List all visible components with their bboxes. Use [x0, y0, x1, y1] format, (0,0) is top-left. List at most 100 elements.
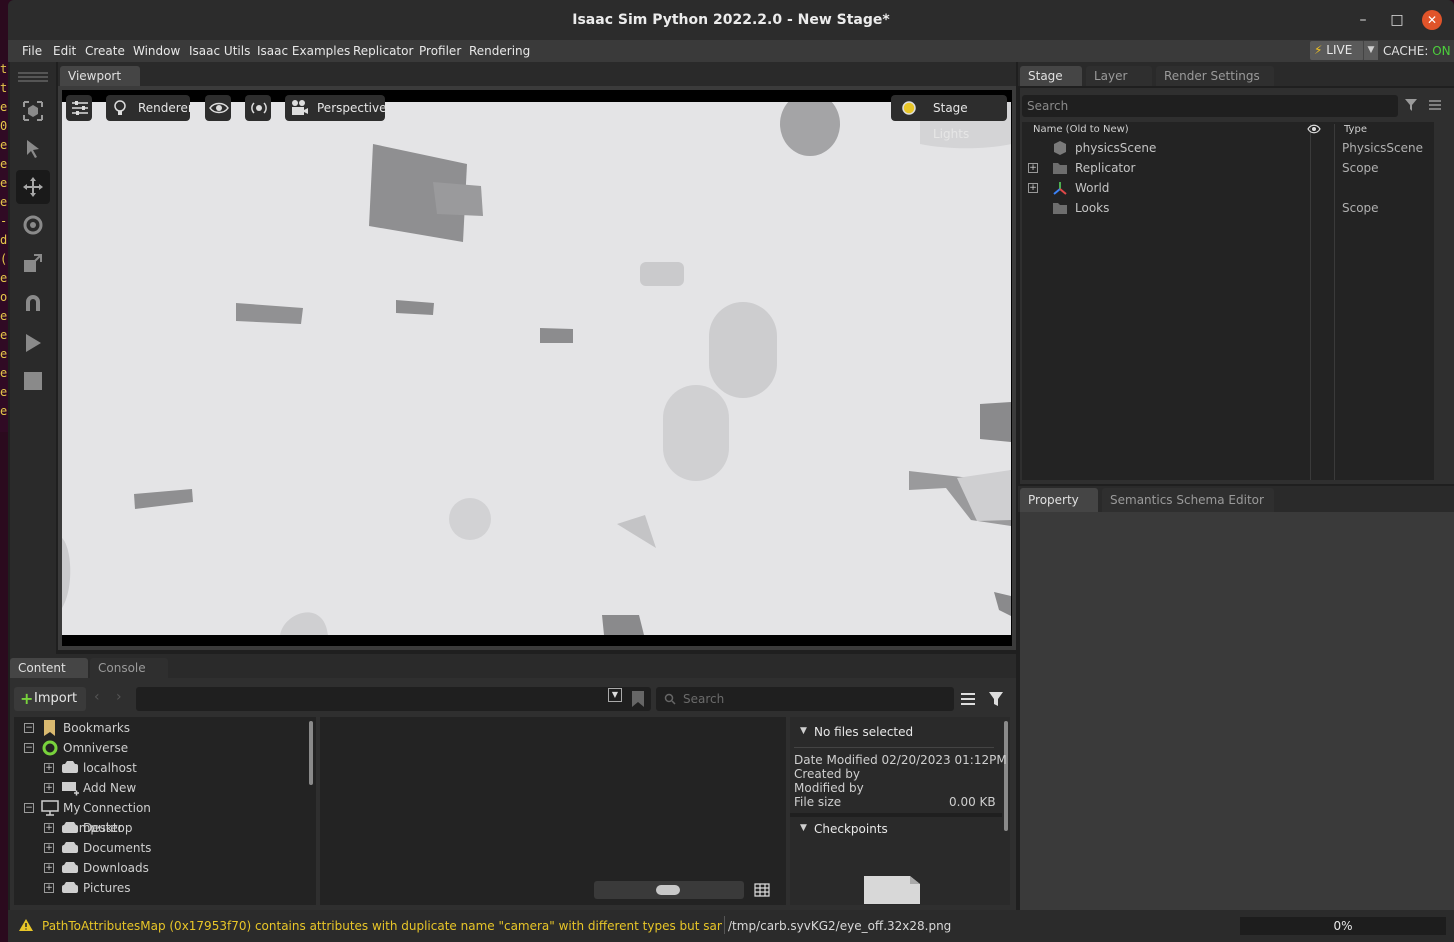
- prim-type: Scope: [1342, 201, 1379, 215]
- stop-icon[interactable]: [16, 364, 50, 398]
- rotate-tool-icon[interactable]: [16, 208, 50, 242]
- collapse-triangle-icon[interactable]: ▼: [800, 823, 807, 833]
- move-tool-icon[interactable]: [16, 170, 50, 204]
- expand-icon[interactable]: +: [44, 843, 54, 853]
- tab-property[interactable]: Property: [1020, 488, 1098, 512]
- list-view-icon[interactable]: [960, 691, 976, 707]
- import-label: Import: [34, 691, 78, 706]
- warning-icon: [19, 919, 33, 931]
- expand-icon[interactable]: +: [44, 863, 54, 873]
- menu-isaac-examples[interactable]: Isaac Examples: [257, 40, 350, 62]
- file-thumbnail-icon: [864, 876, 920, 904]
- folder-icon: [1053, 203, 1067, 214]
- menu-edit[interactable]: Edit: [53, 40, 76, 62]
- menu-window[interactable]: Window: [133, 40, 180, 62]
- toolbar-grip[interactable]: [18, 72, 48, 74]
- lightbulb-icon: [114, 100, 126, 115]
- expand-icon[interactable]: +: [44, 763, 54, 773]
- menu-bar: File Edit Create Window Isaac Utils Isaa…: [8, 40, 1454, 62]
- tab-stage[interactable]: Stage: [1020, 66, 1082, 86]
- column-header-type[interactable]: Type: [1344, 124, 1367, 135]
- menu-create[interactable]: Create: [85, 40, 125, 62]
- status-warning-text[interactable]: PathToAttributesMap (0x17953f70) contain…: [42, 919, 722, 933]
- visibility-button[interactable]: [205, 95, 231, 121]
- path-dropdown-icon[interactable]: ▼: [608, 688, 622, 702]
- stage-search-input[interactable]: Search: [1022, 95, 1398, 117]
- column-header-name[interactable]: Name (Old to New): [1033, 124, 1129, 135]
- viewport-settings-button[interactable]: [66, 95, 92, 121]
- window-title: Isaac Sim Python 2022.2.0 - New Stage*: [572, 12, 890, 28]
- menu-icon[interactable]: [1428, 98, 1442, 112]
- divider: [724, 916, 725, 934]
- menu-file[interactable]: File: [22, 40, 42, 62]
- collapse-icon[interactable]: −: [24, 803, 34, 813]
- stage-lights-label: Stage Lights: [933, 101, 970, 141]
- collapse-icon[interactable]: −: [24, 743, 34, 753]
- prim-name: World: [1075, 181, 1110, 195]
- menu-replicator[interactable]: Replicator: [353, 40, 413, 62]
- live-sync-button[interactable]: ⚡ LIVE: [1310, 41, 1364, 60]
- visibility-column-eye-icon[interactable]: [1307, 124, 1321, 134]
- camera-button[interactable]: Perspective: [285, 95, 387, 121]
- live-dropdown-chevron-icon[interactable]: ▼: [1363, 41, 1378, 60]
- viewport-scene[interactable]: [62, 102, 1011, 635]
- tab-content[interactable]: Content: [10, 658, 88, 678]
- minimize-button[interactable]: –: [1353, 10, 1373, 30]
- collapse-icon[interactable]: −: [24, 723, 34, 733]
- close-button[interactable]: ✕: [1422, 10, 1442, 30]
- stage-row-replicator[interactable]: + Replicator Scope: [1022, 158, 1434, 178]
- tree-label: Omniverse: [63, 741, 129, 755]
- content-search-input[interactable]: Search: [656, 687, 954, 711]
- expand-icon[interactable]: +: [44, 883, 54, 893]
- collapse-triangle-icon[interactable]: ▼: [800, 726, 807, 736]
- tab-console[interactable]: Console: [90, 658, 168, 678]
- tab-layer[interactable]: Layer: [1086, 66, 1152, 86]
- menu-isaac-utils[interactable]: Isaac Utils: [189, 40, 250, 62]
- scale-tool-icon[interactable]: [16, 246, 50, 280]
- snap-magnet-icon[interactable]: [16, 286, 50, 320]
- date-modified-label: Date Modified: [794, 753, 878, 767]
- expand-icon[interactable]: +: [1028, 183, 1038, 193]
- cache-status[interactable]: CACHE: ON: [1383, 40, 1451, 62]
- grid-view-icon[interactable]: [754, 883, 770, 897]
- expand-icon[interactable]: +: [44, 783, 54, 793]
- tab-render-settings[interactable]: Render Settings: [1156, 66, 1274, 86]
- slider-handle[interactable]: [656, 885, 680, 895]
- maximize-button[interactable]: □: [1387, 10, 1407, 30]
- tab-viewport[interactable]: Viewport: [60, 66, 140, 86]
- info-scrollbar[interactable]: [1004, 721, 1008, 831]
- back-arrow-icon[interactable]: ‹: [94, 689, 100, 705]
- file-size-label: File size: [794, 795, 842, 809]
- viewport-tab-bar: Viewport: [58, 62, 1016, 86]
- server-icon: [62, 761, 78, 773]
- expand-icon[interactable]: +: [44, 823, 54, 833]
- select-mode-icon[interactable]: [16, 94, 50, 128]
- prim-type: Scope: [1342, 161, 1379, 175]
- renderer-button[interactable]: Renderer: [106, 95, 193, 121]
- folder-icon: [1053, 163, 1067, 174]
- divider: [790, 813, 1002, 817]
- stage-row-world[interactable]: + World: [1022, 178, 1434, 198]
- content-file-list[interactable]: [320, 717, 786, 905]
- broadcast-button[interactable]: [245, 95, 271, 121]
- menu-rendering[interactable]: Rendering: [469, 40, 530, 62]
- tab-semantics-schema-editor[interactable]: Semantics Schema Editor: [1102, 488, 1274, 512]
- physics-scene-icon: [1054, 141, 1066, 155]
- stage-lights-button[interactable]: Stage Lights: [891, 95, 1007, 141]
- stage-row-looks[interactable]: Looks Scope: [1022, 198, 1434, 218]
- content-path-input[interactable]: [136, 687, 651, 711]
- import-button[interactable]: + Import: [14, 687, 86, 711]
- select-arrow-icon[interactable]: [16, 132, 50, 166]
- filter-icon[interactable]: [1404, 98, 1418, 112]
- forward-arrow-icon[interactable]: ›: [116, 689, 122, 705]
- property-panel: [1020, 512, 1454, 910]
- expand-icon[interactable]: +: [1028, 163, 1038, 173]
- stage-row-physicsscene[interactable]: physicsScene PhysicsScene: [1022, 138, 1434, 158]
- menu-profiler[interactable]: Profiler: [419, 40, 461, 62]
- isaac-sim-window: Isaac Sim Python 2022.2.0 - New Stage* –…: [8, 0, 1454, 942]
- sun-icon: [902, 101, 916, 115]
- bookmark-add-icon[interactable]: [630, 690, 646, 708]
- tree-scrollbar[interactable]: [309, 721, 313, 785]
- filter-icon[interactable]: [988, 691, 1004, 707]
- play-icon[interactable]: [16, 326, 50, 360]
